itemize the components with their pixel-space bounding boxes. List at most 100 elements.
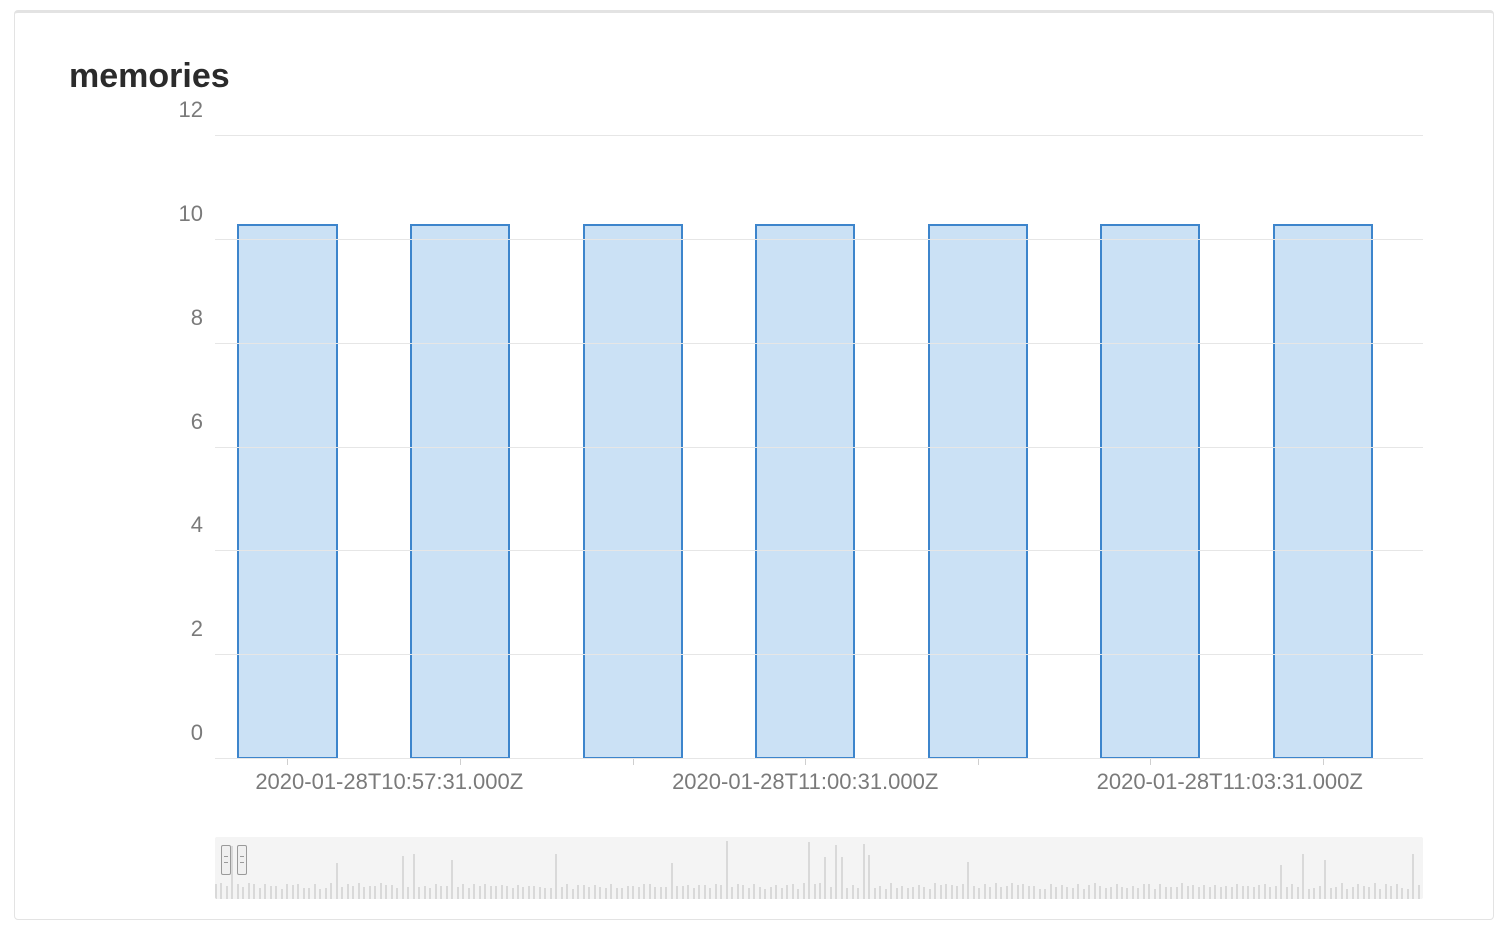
sparkline-bar: [1352, 887, 1354, 899]
sparkline-bar: [682, 886, 684, 899]
x-tick-label: 2020-01-28T11:00:31.000Z: [672, 769, 938, 795]
sparkline-bar: [550, 888, 552, 899]
sparkline-bar: [319, 889, 321, 899]
sparkline-bar: [660, 887, 662, 899]
sparkline-bar: [583, 885, 585, 899]
sparkline-bar: [1330, 888, 1332, 900]
sparkline-bar: [803, 883, 805, 899]
range-brush-handle-right[interactable]: [237, 845, 247, 875]
sparkline-bar: [226, 886, 228, 899]
bar[interactable]: [755, 224, 855, 759]
sparkline-bar: [561, 887, 563, 899]
sparkline-bar: [863, 844, 865, 899]
sparkline-bar: [380, 883, 382, 899]
sparkline-bar: [885, 889, 887, 899]
sparkline-bar: [1412, 854, 1414, 899]
y-tick-label: 10: [155, 201, 203, 227]
bar[interactable]: [410, 224, 510, 759]
sparkline-bar: [830, 887, 832, 899]
sparkline-bar: [1110, 887, 1112, 899]
sparkline-bar: [479, 886, 481, 899]
sparkline-bar: [1225, 886, 1227, 899]
sparkline-bar: [1192, 885, 1194, 899]
range-brush-track[interactable]: [215, 837, 1423, 899]
sparkline-bar: [775, 885, 777, 899]
sparkline-bar: [402, 856, 404, 899]
plot: 0246810122020-01-28T10:57:31.000Z2020-01…: [65, 126, 1453, 809]
sparkline-bar: [737, 884, 739, 899]
sparkline-bar: [1137, 888, 1139, 899]
x-tick-mark: [287, 759, 288, 765]
sparkline-bar: [308, 888, 310, 899]
sparkline-bar: [945, 884, 947, 899]
sparkline-bar: [781, 888, 783, 899]
sparkline-bar: [671, 863, 673, 899]
sparkline-bar: [292, 885, 294, 899]
sparkline-bar: [934, 883, 936, 899]
bars-layer: [215, 136, 1423, 759]
sparkline-bar: [621, 888, 623, 899]
bar[interactable]: [1273, 224, 1373, 759]
sparkline-bar: [709, 888, 711, 899]
sparkline-bar: [336, 863, 338, 899]
bar[interactable]: [237, 224, 337, 759]
sparkline-bar: [841, 857, 843, 899]
sparkline-bar: [610, 884, 612, 899]
gridline: [215, 654, 1423, 655]
sparkline-bar: [890, 883, 892, 899]
sparkline-bar: [1291, 884, 1293, 899]
sparkline-bar: [835, 845, 837, 899]
sparkline-bar: [1006, 886, 1008, 899]
sparkline-bar: [1154, 889, 1156, 899]
sparkline-bar: [1418, 885, 1420, 899]
sparkline-bar: [468, 888, 470, 899]
sparkline-bar: [533, 886, 535, 899]
sparkline-bar: [303, 888, 305, 899]
sparkline-bar: [940, 885, 942, 899]
sparkline-bar: [440, 886, 442, 899]
sparkline-bar: [1396, 884, 1398, 899]
sparkline-bar: [1308, 889, 1310, 899]
sparkline-bar: [413, 854, 415, 899]
sparkline-bar: [1319, 886, 1321, 899]
bar[interactable]: [583, 224, 683, 759]
sparkline-bar: [715, 884, 717, 899]
plot-area[interactable]: 0246810122020-01-28T10:57:31.000Z2020-01…: [215, 136, 1423, 759]
sparkline-bar: [1077, 884, 1079, 899]
sparkline-bar: [1126, 888, 1128, 899]
sparkline-bar: [242, 887, 244, 899]
y-tick-label: 8: [155, 305, 203, 331]
sparkline-bar: [1017, 885, 1019, 899]
sparkline-bar: [594, 885, 596, 899]
sparkline-bar: [1297, 887, 1299, 899]
bar[interactable]: [928, 224, 1028, 759]
sparkline-bar: [237, 884, 239, 899]
sparkline-bar: [786, 885, 788, 899]
sparkline-bar: [753, 884, 755, 899]
sparkline-bar: [693, 888, 695, 899]
sparkline-bar: [577, 885, 579, 899]
sparkline-bar: [857, 888, 859, 899]
range-brush-handle-left[interactable]: [221, 845, 231, 875]
chart-card: memories 0246810122020-01-28T10:57:31.00…: [14, 10, 1494, 920]
sparkline-bar: [1401, 888, 1403, 899]
range-brush[interactable]: [215, 837, 1423, 899]
x-tick-label: 2020-01-28T11:03:31.000Z: [1097, 769, 1363, 795]
sparkline-bar: [446, 886, 448, 899]
sparkline-bar: [352, 886, 354, 899]
chart-title: memories: [69, 57, 1453, 96]
sparkline-bar: [726, 841, 728, 899]
sparkline-bar: [1143, 884, 1145, 899]
sparkline-bar: [665, 887, 667, 899]
sparkline-bar: [495, 886, 497, 899]
sparkline-bar: [896, 888, 898, 899]
sparkline-bar: [1121, 887, 1123, 899]
sparkline-bar: [1214, 885, 1216, 899]
sparkline-bar: [962, 884, 964, 899]
sparkline-bar: [1269, 887, 1271, 899]
sparkline-bar: [330, 883, 332, 899]
sparkline-bar: [1066, 887, 1068, 899]
sparkline-bar: [539, 887, 541, 899]
bar[interactable]: [1100, 224, 1200, 759]
sparkline-bar: [396, 888, 398, 899]
